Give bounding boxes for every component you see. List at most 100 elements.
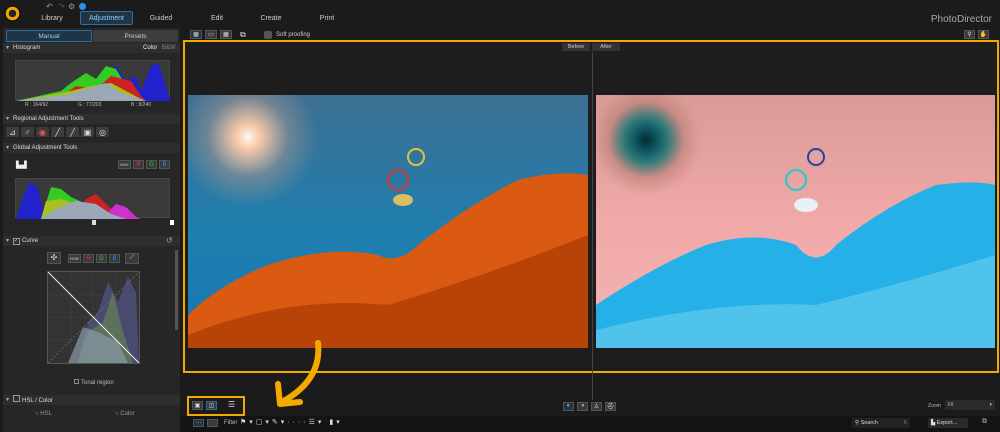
- levels-white-slider[interactable]: [170, 220, 174, 225]
- curve-channel-rgb[interactable]: RGB: [68, 254, 81, 263]
- search-input[interactable]: ⚲ Search X: [852, 418, 910, 428]
- compare-mode-4-icon[interactable]: ⛑: [605, 402, 616, 411]
- spot-removal-icon[interactable]: ♂: [20, 126, 35, 138]
- before-photo: [188, 95, 588, 348]
- before-label: Before: [562, 43, 590, 51]
- tab-library[interactable]: Library: [30, 11, 74, 25]
- curve-channel-r[interactable]: R: [83, 254, 94, 263]
- tab-edit[interactable]: Edit: [196, 11, 238, 25]
- red-eye-icon[interactable]: ◉: [35, 126, 50, 138]
- histogram-b-value: B : 8/240: [131, 102, 152, 108]
- search-placeholder: Search: [860, 420, 878, 426]
- panel-scrollbar[interactable]: [175, 250, 178, 330]
- tonal-region-option[interactable]: Tonal region: [74, 379, 114, 386]
- pan-tool-icon[interactable]: ✋: [978, 30, 989, 39]
- clear-search-icon[interactable]: X: [903, 418, 907, 428]
- graduated-filter-icon[interactable]: ▣: [80, 126, 95, 138]
- soft-proofing-checkbox[interactable]: [264, 31, 272, 39]
- filter-tools-icon[interactable]: ⚑▾▢▾✎▾····☰▾ ▮▾: [240, 418, 343, 426]
- levels-midtone-slider[interactable]: [92, 220, 96, 225]
- curve-channel-g[interactable]: G: [96, 254, 107, 263]
- curve-channels: RGB R G B: [68, 254, 120, 263]
- color-radio[interactable]: ○ Color: [115, 411, 135, 417]
- global-channels: HSV R G B: [118, 160, 170, 169]
- chevron-down-icon: ▾: [989, 402, 992, 408]
- compare-mode-3-icon[interactable]: ♙: [591, 402, 602, 411]
- brush-icon[interactable]: ╱: [50, 126, 65, 138]
- side-by-side-icon[interactable]: ◫: [206, 401, 217, 410]
- histogram-graph: [15, 60, 171, 101]
- curve-title: Curve: [22, 238, 39, 244]
- curve-header[interactable]: ✓Curve: [3, 236, 180, 246]
- regional-tools-title: Regional Adjustment Tools: [13, 116, 84, 122]
- histogram-r-value: R : 164/92: [25, 102, 49, 108]
- split-divider[interactable]: [592, 52, 593, 400]
- hsl-header[interactable]: HSL / Color: [3, 395, 180, 405]
- zoom-value: Fit: [948, 402, 954, 408]
- grid-view-icon[interactable]: ▦: [220, 30, 232, 39]
- crop-tool-icon[interactable]: ⊿: [5, 126, 20, 138]
- curve-channel-b[interactable]: B: [109, 254, 120, 263]
- single-view-icon[interactable]: ▦: [190, 30, 202, 39]
- list-view-icon[interactable]: ···: [193, 419, 204, 427]
- tab-guided[interactable]: Guided: [140, 11, 182, 25]
- channel-b[interactable]: B: [159, 160, 170, 169]
- zoom-tool-icon[interactable]: ⚲: [964, 30, 975, 39]
- filmstrip-view-icon[interactable]: ▭: [205, 30, 217, 39]
- after-label: After: [592, 43, 620, 51]
- tonal-region-label: Tonal region: [81, 380, 114, 386]
- thumb-view-icon[interactable]: [207, 419, 218, 427]
- redo-icon[interactable]: ↷: [58, 2, 65, 11]
- external-link-icon[interactable]: ⧉: [982, 418, 987, 426]
- compare-view-icon[interactable]: ⧉: [240, 30, 252, 39]
- channel-g[interactable]: G: [146, 160, 157, 169]
- color-option-label: Color: [120, 411, 135, 417]
- curve-draw-icon[interactable]: ⟋: [125, 253, 139, 264]
- arrow-annotation-icon: [275, 340, 322, 407]
- histogram-bw-toggle[interactable]: B&W: [162, 45, 176, 51]
- filter-label: Filter: [224, 420, 238, 426]
- export-label: Export...: [936, 420, 958, 426]
- hsl-option-label: HSL: [40, 411, 52, 417]
- swap-layout-icon[interactable]: ☰: [228, 400, 235, 409]
- histogram-title: Histogram: [13, 45, 41, 51]
- hsl-title: HSL / Color: [22, 398, 53, 404]
- view-toolbar: ▦ ▭ ▦ ⧉: [190, 30, 252, 39]
- brand-title: PhotoDirector: [930, 14, 992, 25]
- reset-curve-icon[interactable]: ↺: [166, 236, 173, 245]
- notification-icon[interactable]: [79, 3, 86, 10]
- curve-checkbox[interactable]: ✓: [13, 238, 20, 245]
- tab-manual[interactable]: Manual: [6, 30, 92, 42]
- hsl-radio[interactable]: ○ HSL: [35, 411, 52, 417]
- channel-hsv[interactable]: HSV: [118, 160, 131, 169]
- app-logo: [4, 5, 21, 22]
- histogram-g-value: G : 77/203: [78, 102, 102, 108]
- zoom-label: Zoom: [928, 403, 941, 409]
- curve-point-tool-icon[interactable]: ✣: [47, 252, 61, 264]
- compare-modes: ◐ ◑ ♙ ⛑: [563, 402, 616, 411]
- histogram-color-toggle[interactable]: Color: [143, 45, 157, 51]
- curve-graph[interactable]: [47, 271, 140, 364]
- tab-create[interactable]: Create: [250, 11, 292, 25]
- regional-tools-header[interactable]: Regional Adjustment Tools: [3, 114, 180, 124]
- compare-mode-1-icon[interactable]: ◐: [563, 402, 574, 411]
- regional-toolbar: ⊿ ♂ ◉ ╱ ╱ ▣ ◎: [5, 126, 110, 138]
- single-compare-icon[interactable]: ▣: [192, 401, 203, 410]
- zoom-select[interactable]: Fit ▾: [945, 400, 995, 410]
- channel-r[interactable]: R: [133, 160, 144, 169]
- settings-icon[interactable]: ⚙: [68, 2, 75, 11]
- soft-proofing-label: Soft proofing: [276, 32, 311, 38]
- radial-filter-icon[interactable]: ◎: [95, 126, 110, 138]
- levels-histogram: [15, 178, 170, 219]
- tab-adjustment[interactable]: Adjustment: [80, 11, 133, 25]
- compare-mode-2-icon[interactable]: ◑: [577, 402, 588, 411]
- tab-presets[interactable]: Presets: [93, 30, 178, 42]
- hsl-checkbox[interactable]: [13, 395, 20, 402]
- global-tools-header[interactable]: Global Adjustment Tools: [3, 143, 180, 153]
- levels-icon: ▙▟: [16, 162, 27, 169]
- export-button[interactable]: ▙ Export...: [928, 418, 968, 428]
- global-tools-title: Global Adjustment Tools: [13, 145, 78, 151]
- tab-print[interactable]: Print: [306, 11, 348, 25]
- adjustment-brush-icon[interactable]: ╱: [65, 126, 80, 138]
- undo-icon[interactable]: ↶: [46, 2, 53, 11]
